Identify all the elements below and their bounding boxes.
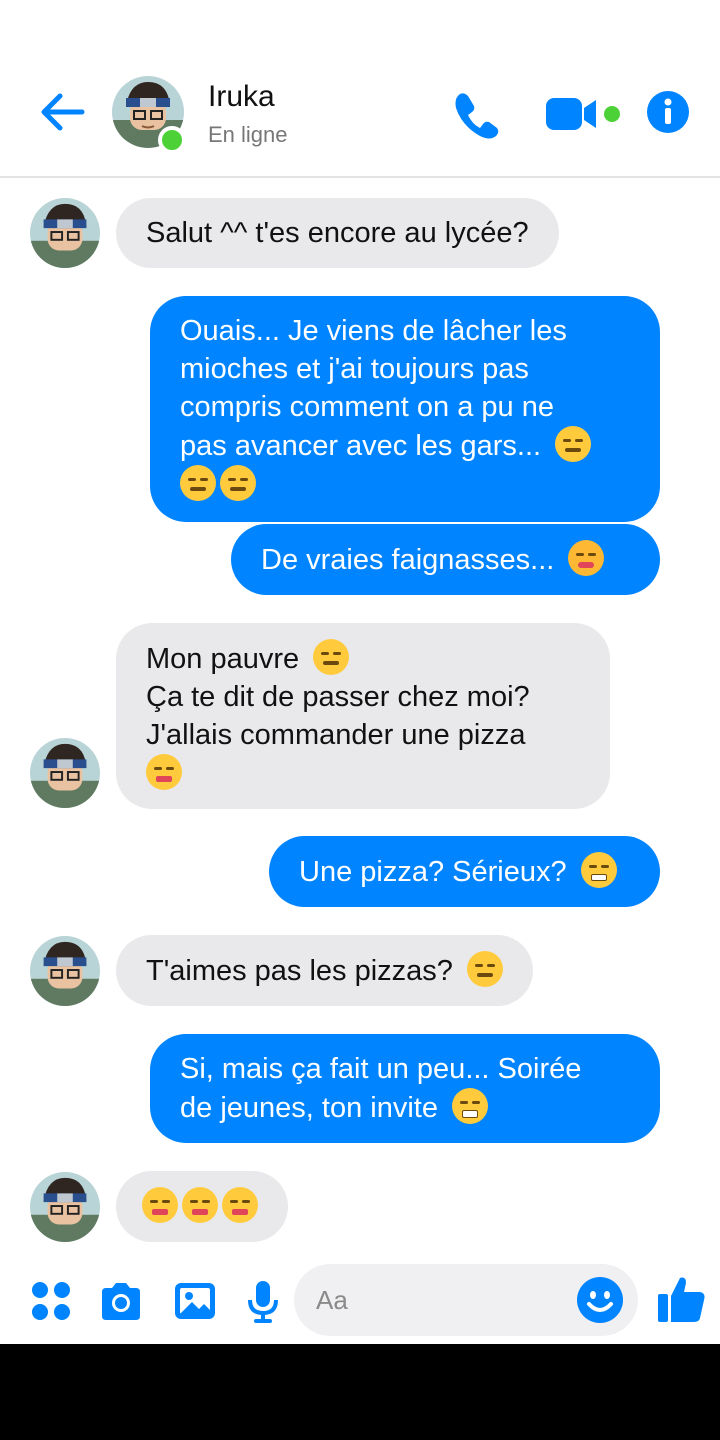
incoming-message[interactable]: Salut ^^ t'es encore au lycée? (116, 198, 559, 268)
outgoing-message[interactable]: Ouais... Je viens de lâcher les mioches … (150, 296, 660, 522)
message-text: De vraies faignasses... (261, 544, 555, 576)
video-camera-icon[interactable] (544, 94, 600, 134)
apps-icon[interactable] (28, 1278, 74, 1324)
microphone-icon[interactable] (240, 1278, 286, 1324)
outgoing-message[interactable]: Si, mais ça fait un peu... Soirée de jeu… (150, 1034, 660, 1143)
chat-header: Iruka En ligne (0, 0, 720, 178)
camera-icon[interactable] (98, 1278, 144, 1324)
thumbs-up-icon[interactable] (656, 1274, 706, 1324)
expressionless-emoji-icon (555, 426, 592, 462)
squinting-tongue-emoji-icon (222, 1187, 258, 1223)
smiling-emoji-icon (313, 639, 350, 675)
message-text: T'aimes pas les pizzas? (146, 955, 453, 987)
message-text: Ça te dit de passer chez moi? J'allais c… (146, 681, 530, 751)
smiling-emoji-icon (467, 951, 503, 987)
gallery-icon[interactable] (172, 1278, 218, 1324)
contact-avatar-small[interactable] (30, 1172, 100, 1242)
laughing-emoji-icon (452, 1088, 489, 1124)
message-input[interactable] (316, 1264, 566, 1336)
message-input-container (294, 1264, 638, 1336)
incoming-message[interactable]: T'aimes pas les pizzas? (116, 935, 533, 1006)
message-text: Une pizza? Sérieux? (299, 856, 567, 888)
squinting-tongue-emoji-icon (142, 1187, 178, 1223)
contact-avatar-small[interactable] (30, 738, 100, 808)
navigation-bar-area (0, 1344, 720, 1440)
yum-emoji-icon (146, 754, 182, 790)
message-text: Salut ^^ t'es encore au lycée? (146, 217, 529, 249)
contact-avatar-small[interactable] (30, 198, 100, 268)
incoming-message[interactable]: Mon pauvre Ça te dit de passer chez moi?… (116, 623, 610, 809)
message-text: Ouais... Je viens de lâcher les mioches … (180, 315, 567, 462)
message-composer (0, 1256, 720, 1344)
expressionless-emoji-icon (180, 465, 216, 501)
back-arrow-icon[interactable] (36, 88, 88, 136)
chat-screen: Iruka En ligne Salut ^^ t'es encore au l… (0, 0, 720, 1344)
message-text: Si, mais ça fait un peu... Soirée de jeu… (180, 1053, 582, 1124)
contact-name[interactable]: Iruka (208, 80, 275, 114)
outgoing-message[interactable]: De vraies faignasses... (231, 524, 660, 595)
grimacing-emoji-icon (580, 852, 617, 888)
contact-status: En ligne (208, 122, 288, 147)
online-indicator (158, 126, 186, 154)
active-call-indicator (604, 106, 620, 122)
flushed-emoji-icon (568, 540, 605, 576)
squinting-tongue-emoji-icon (182, 1187, 218, 1223)
message-text: Mon pauvre (146, 643, 300, 675)
contact-avatar-small[interactable] (30, 936, 100, 1006)
emoji-icon[interactable] (576, 1276, 624, 1324)
incoming-message[interactable] (116, 1171, 288, 1242)
expressionless-emoji-icon (220, 465, 256, 501)
info-icon[interactable] (646, 90, 690, 134)
outgoing-message[interactable]: Une pizza? Sérieux? (269, 836, 660, 907)
phone-icon[interactable] (450, 88, 502, 140)
